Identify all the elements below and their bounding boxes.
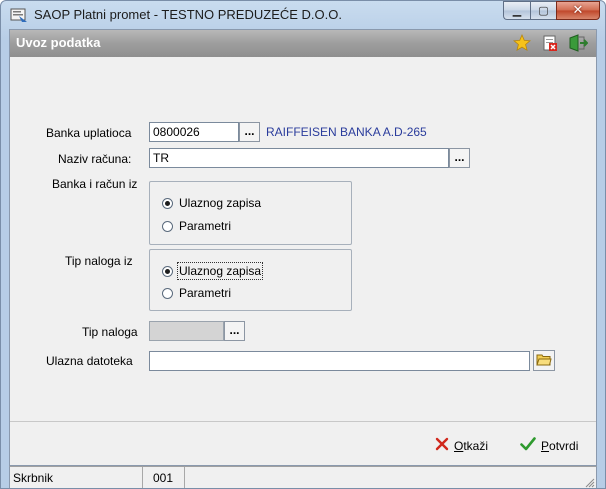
naziv-racuna-label: Naziv računa: bbox=[58, 152, 132, 166]
tip-naloga-label: Tip naloga bbox=[82, 325, 138, 339]
confirm-button[interactable]: Potvrdi bbox=[520, 437, 578, 454]
folder-icon bbox=[536, 353, 552, 369]
banka-i-racun-iz-group: Ulaznog zapisa Parametri bbox=[149, 181, 352, 245]
footer-divider bbox=[10, 421, 596, 422]
status-code: 001 bbox=[143, 467, 185, 488]
delete-document-icon[interactable] bbox=[540, 33, 560, 53]
status-bar: Skrbnik 001 bbox=[9, 466, 597, 488]
radio-label: Ulaznog zapisa bbox=[179, 196, 262, 210]
tip-naloga-lookup-button[interactable]: ... bbox=[224, 321, 245, 341]
radio-label: Parametri bbox=[179, 219, 232, 233]
ulazna-datoteka-label: Ulazna datoteka bbox=[46, 354, 133, 368]
status-user: Skrbnik bbox=[10, 467, 143, 488]
bank-name-text: RAIFFEISEN BANKA A.D-265 bbox=[266, 125, 427, 139]
dialog-body: Uvoz podatka Banka uplatioca 0800026 ...… bbox=[9, 29, 597, 466]
ulazna-datoteka-input[interactable] bbox=[149, 351, 530, 371]
radio-unselected-icon bbox=[162, 287, 173, 299]
title-bar[interactable]: SAOP Platni promet - TESTNO PREDUZEĆE D.… bbox=[1, 1, 605, 29]
resize-grip-icon[interactable] bbox=[583, 476, 595, 488]
browse-folder-button[interactable] bbox=[533, 350, 555, 371]
window-title: SAOP Platni promet - TESTNO PREDUZEĆE D.… bbox=[34, 7, 342, 22]
app-icon bbox=[10, 7, 28, 23]
close-icon: ✕ bbox=[572, 3, 584, 18]
radio-unselected-icon bbox=[162, 220, 173, 232]
star-icon[interactable] bbox=[512, 33, 532, 53]
tip-radio-ulaznog-zapisa[interactable]: Ulaznog zapisa bbox=[162, 262, 264, 280]
cancel-button[interactable]: Otkaži bbox=[435, 437, 488, 454]
tip-naloga-iz-group: Ulaznog zapisa Parametri bbox=[149, 249, 352, 311]
radio-selected-icon bbox=[162, 265, 173, 277]
banka-uplatioca-input[interactable]: 0800026 bbox=[149, 122, 239, 142]
dialog-header: Uvoz podatka bbox=[10, 30, 596, 57]
banka-radio-ulaznog-zapisa[interactable]: Ulaznog zapisa bbox=[162, 196, 261, 210]
maximize-icon: ▢ bbox=[538, 4, 549, 17]
minimize-button[interactable]: ▁ bbox=[503, 1, 530, 20]
tip-naloga-iz-label: Tip naloga iz bbox=[65, 254, 133, 268]
status-empty-cell bbox=[185, 467, 585, 488]
radio-label: Ulaznog zapisa bbox=[176, 262, 264, 280]
exit-icon[interactable] bbox=[568, 33, 588, 53]
banka-radio-parametri[interactable]: Parametri bbox=[162, 219, 231, 233]
banka-uplatioca-lookup-button[interactable]: ... bbox=[239, 122, 260, 142]
dialog-title: Uvoz podatka bbox=[16, 35, 101, 50]
tip-naloga-input[interactable] bbox=[149, 321, 224, 341]
radio-selected-icon bbox=[162, 197, 173, 209]
radio-label: Parametri bbox=[179, 286, 232, 300]
cancel-label: Otkaži bbox=[454, 438, 489, 453]
cancel-x-icon bbox=[435, 437, 449, 454]
naziv-racuna-input[interactable]: TR bbox=[149, 148, 449, 168]
tip-radio-parametri[interactable]: Parametri bbox=[162, 286, 231, 300]
close-button[interactable]: ✕ bbox=[556, 1, 600, 20]
confirm-check-icon bbox=[520, 437, 536, 454]
confirm-label: Potvrdi bbox=[541, 438, 579, 453]
app-window: SAOP Platni promet - TESTNO PREDUZEĆE D.… bbox=[0, 0, 606, 489]
maximize-button[interactable]: ▢ bbox=[530, 1, 556, 20]
banka-uplatioca-label: Banka uplatioca bbox=[46, 126, 132, 140]
minimize-icon: ▁ bbox=[512, 4, 522, 17]
naziv-racuna-lookup-button[interactable]: ... bbox=[449, 148, 470, 168]
banka-i-racun-iz-label: Banka i račun iz bbox=[52, 177, 138, 191]
